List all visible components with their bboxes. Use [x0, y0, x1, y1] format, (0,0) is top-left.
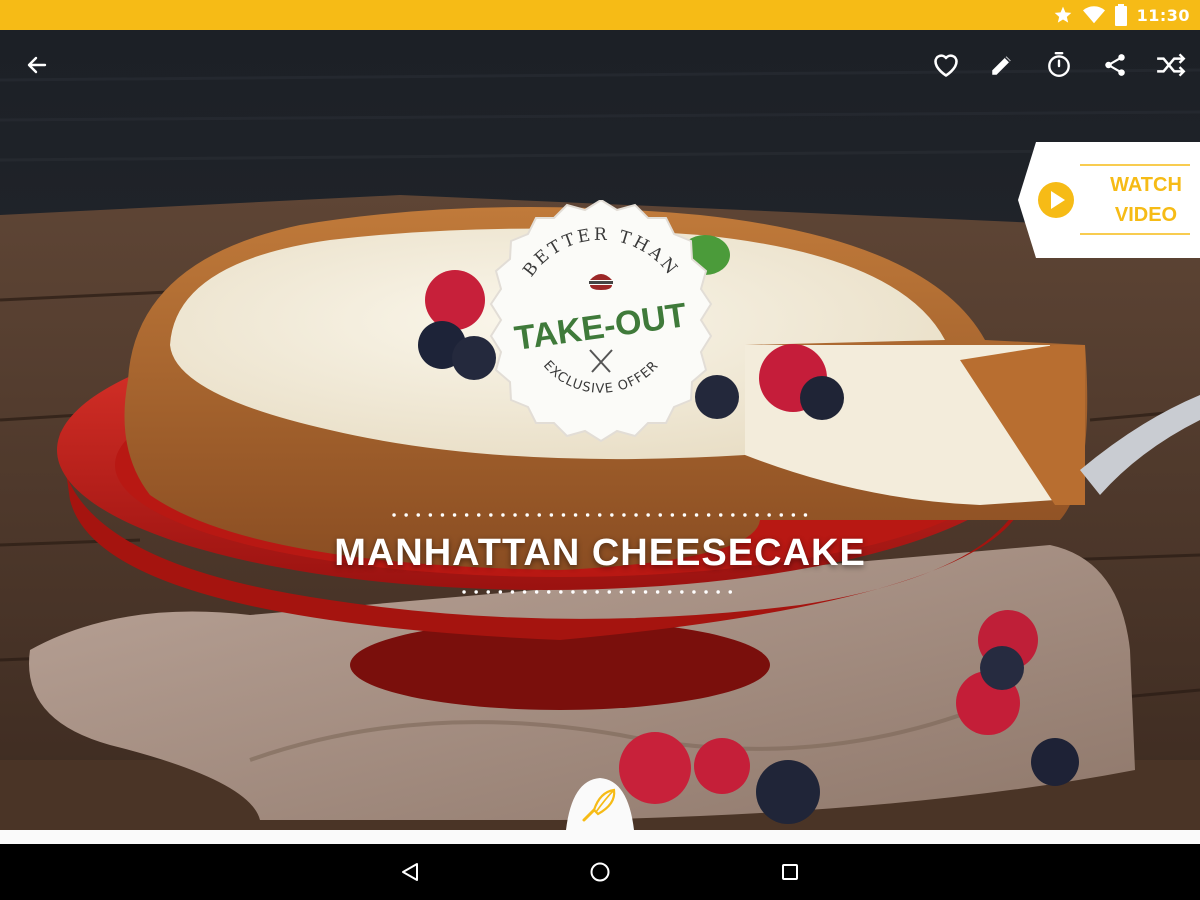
navigation-bar [0, 844, 1200, 900]
edit-button[interactable] [985, 48, 1019, 82]
arrow-left-icon [27, 56, 47, 74]
badge-seal: BETTER THAN EXCLUSIVE OFFER TAKE-OUT [489, 198, 713, 443]
toolbar [0, 30, 1200, 102]
watch-video-button[interactable]: WATCH VIDEO [1018, 142, 1200, 258]
home-circle-icon [590, 862, 610, 882]
star-icon [1054, 6, 1071, 23]
nav-recents-button[interactable] [770, 854, 810, 890]
timer-icon [1048, 51, 1070, 77]
dotted-divider-top [392, 513, 808, 517]
nav-back-button[interactable] [390, 854, 430, 890]
shuffle-icon [1157, 53, 1186, 77]
wifi-icon [1082, 6, 1105, 24]
pencil-icon [992, 56, 1011, 75]
watch-video-line2: VIDEO [1114, 204, 1178, 226]
back-triangle-icon [402, 863, 418, 881]
status-time: 11:30 [1136, 5, 1190, 25]
recipe-title-block: MANHATTAN CHEESECAKE [300, 505, 900, 601]
recipe-title: MANHATTAN CHEESECAKE [334, 532, 866, 574]
back-button[interactable] [20, 48, 54, 82]
heart-icon [934, 54, 958, 77]
shuffle-button[interactable] [1154, 48, 1188, 82]
timer-button[interactable] [1042, 48, 1076, 82]
ingredients-tab[interactable] [560, 770, 640, 844]
watch-video-label: WATCH VIDEO [1096, 170, 1196, 230]
share-button[interactable] [1098, 48, 1132, 82]
take-out-badge[interactable]: BETTER THAN EXCLUSIVE OFFER TAKE-OUT [478, 198, 724, 446]
watch-video-line1: WATCH [1110, 174, 1182, 196]
nav-home-button[interactable] [580, 854, 620, 890]
status-bar: 11:30 [0, 0, 1200, 30]
dotted-divider-bottom [462, 590, 738, 594]
battery-icon [1114, 4, 1127, 26]
tab-bump [560, 778, 640, 844]
favorite-button[interactable] [929, 48, 963, 82]
share-icon [1105, 54, 1125, 76]
recents-square-icon [782, 864, 798, 880]
